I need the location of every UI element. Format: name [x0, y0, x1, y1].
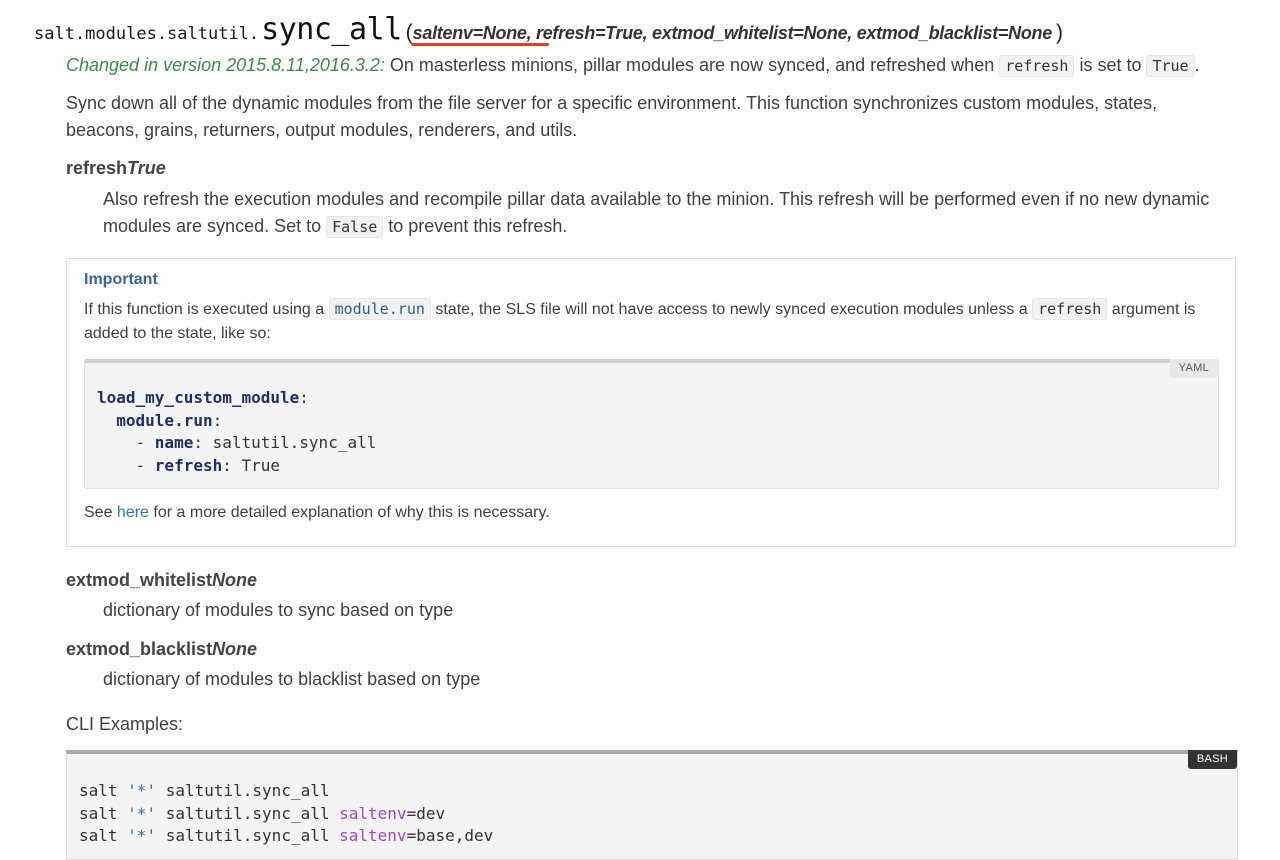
param-refresh: refreshTrue	[66, 158, 166, 179]
yaml-key: load_my_custom_module	[97, 388, 300, 407]
version-changed-label: Changed in version 2015.8.11,2016.3.2:	[66, 55, 385, 75]
bash-func: saltutil.sync_all	[165, 826, 330, 845]
version-changed-text-mid: is set to	[1074, 55, 1147, 75]
version-changed-text-end: .	[1194, 55, 1200, 75]
param-refresh-desc-end: to prevent this refresh.	[383, 216, 568, 236]
bash-arg-val: =dev	[406, 803, 446, 823]
bash-target: '*'	[127, 826, 157, 845]
signature-close-paren: )	[1055, 21, 1063, 44]
version-changed-text: On masterless minions, pillar modules ar…	[384, 55, 1000, 75]
inline-code-false: False	[326, 216, 384, 238]
yaml-value: saltutil.sync_all	[212, 433, 377, 452]
param-blacklist-description: dictionary of modules to blacklist based…	[103, 669, 481, 689]
important-title: Important	[84, 271, 158, 288]
param-refresh-description: Also refresh the execution modules and r…	[103, 186, 1243, 241]
param-extmod-blacklist: extmod_blacklistNone	[66, 639, 257, 660]
inline-code-true: True	[1146, 55, 1195, 77]
yaml-code-block[interactable]: YAML load_my_custom_module: module.run: …	[84, 359, 1219, 489]
bash-cmd: salt	[79, 826, 118, 845]
bash-cmd: salt	[79, 781, 118, 800]
function-name: sync_all	[261, 12, 402, 47]
param-refresh-desc-text: Also refresh the execution modules and r…	[103, 189, 1210, 236]
param-refresh-name: refresh	[66, 158, 128, 178]
bash-arg-key: saltenv	[339, 826, 407, 845]
signature-params: saltenv=None, refresh=True, extmod_white…	[412, 23, 1053, 43]
see-here-note: See here for a more detailed explanation…	[84, 504, 550, 522]
inline-code-refresh-arg: refresh	[1032, 298, 1108, 320]
bash-cmd: salt	[79, 803, 118, 823]
annotation-underline	[411, 43, 549, 46]
yaml-key: module.run	[116, 410, 213, 430]
param-extmod-whitelist: extmod_whitelistNone	[66, 570, 257, 591]
important-text-start: If this function is executed using a	[84, 301, 329, 318]
function-signature: salt.modules.saltutil.sync_all (saltenv=N…	[34, 12, 1063, 47]
signature-prefix: salt.modules.saltutil.	[34, 24, 260, 44]
param-whitelist-name: extmod_whitelist	[66, 570, 213, 590]
code-language-tag: YAML	[1169, 359, 1218, 378]
bash-arg-val: =base,dev	[406, 826, 494, 845]
code-language-tag: BASH	[1187, 750, 1237, 769]
bash-target: '*'	[127, 781, 157, 800]
param-refresh-default: True	[127, 158, 166, 178]
bash-func: saltutil.sync_all	[165, 781, 330, 800]
function-description: Sync down all of the dynamic modules fro…	[66, 93, 1158, 140]
yaml-value: True	[241, 455, 281, 475]
important-text-mid: state, the SLS file will not have access…	[430, 301, 1033, 318]
important-admonition: Important If this function is executed u…	[66, 258, 1236, 547]
inline-code-refresh: refresh	[999, 55, 1075, 77]
important-text: If this function is executed using a mod…	[84, 297, 1214, 346]
see-text-end: for a more detailed explanation of why t…	[148, 504, 550, 521]
yaml-code: load_my_custom_module: module.run: - nam…	[97, 388, 377, 475]
version-changed-note: Changed in version 2015.8.11,2016.3.2: O…	[66, 52, 1246, 80]
yaml-key: name	[154, 433, 194, 452]
bash-code: salt '*' saltutil.sync_all salt '*' salt…	[79, 780, 493, 848]
param-blacklist-default: None	[212, 639, 258, 659]
bash-func: saltutil.sync_all	[165, 803, 330, 823]
param-whitelist-default: None	[212, 570, 258, 590]
here-link[interactable]: here	[117, 504, 149, 521]
cli-examples-label: CLI Examples:	[66, 714, 184, 734]
signature-open-paren: (	[405, 21, 413, 44]
yaml-key: refresh	[154, 455, 223, 475]
bash-target: '*'	[127, 803, 157, 823]
param-blacklist-name: extmod_blacklist	[66, 639, 213, 659]
param-whitelist-description: dictionary of modules to sync based on t…	[103, 600, 454, 620]
bash-code-block[interactable]: BASH salt '*' saltutil.sync_all salt '*'…	[66, 750, 1238, 860]
bash-arg-key: saltenv	[339, 803, 407, 823]
see-text: See	[84, 504, 117, 521]
inline-code-module-run: module.run	[328, 298, 431, 320]
